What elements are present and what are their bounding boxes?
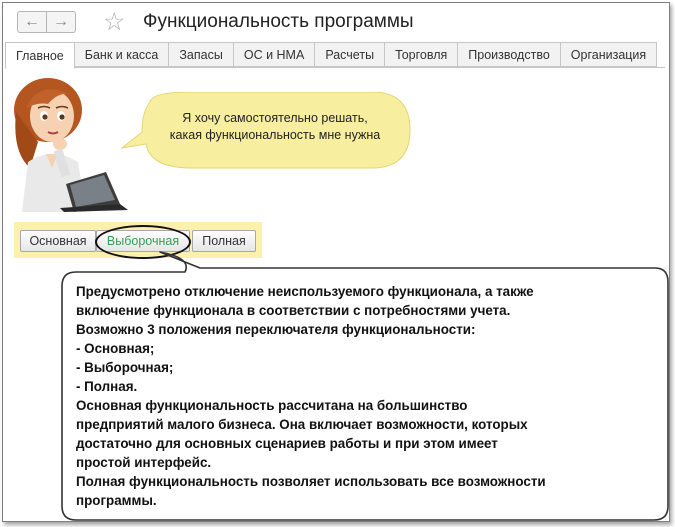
info-line: Возможно 3 положения переключателя функц… [76, 322, 476, 337]
info-line: Предусмотрено отключение неиспользуемого… [76, 284, 534, 299]
info-line: включение функционала в соответствии с п… [76, 303, 511, 318]
info-line: - Выборочная; [76, 360, 174, 375]
info-callout-text: Предусмотрено отключение неиспользуемого… [76, 282, 666, 510]
info-line: достаточно для основных сценариев работы… [76, 436, 498, 451]
info-line: программы. [76, 493, 157, 508]
info-line: - Основная; [76, 341, 155, 356]
info-line: Основная функциональность рассчитана на … [76, 398, 468, 413]
info-line: предприятий малого бизнеса. Она включает… [76, 417, 528, 432]
info-line: - Полная. [76, 379, 138, 394]
info-line: Полная функциональность позволяет исполь… [76, 474, 546, 489]
info-line: простой интерфейс. [76, 455, 212, 470]
